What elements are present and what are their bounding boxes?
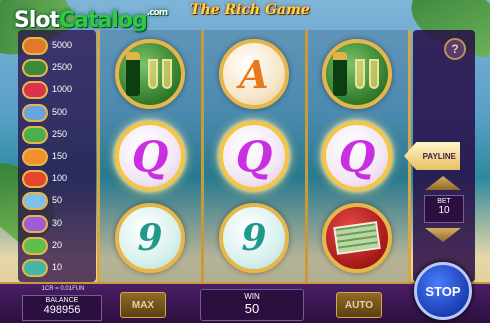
bet-label: BET bbox=[437, 198, 451, 205]
autoplay-button[interactable]: AUTO bbox=[336, 292, 382, 318]
paytable-value: 30 bbox=[52, 217, 63, 228]
paytable-row: 50 bbox=[18, 191, 96, 212]
diamond-icon bbox=[22, 103, 48, 122]
gem-icon bbox=[22, 125, 48, 144]
bet-value: 10 bbox=[438, 205, 450, 216]
reel-divider bbox=[305, 30, 308, 282]
nine-symbol: 9 bbox=[115, 203, 185, 273]
paytable-value: 5000 bbox=[52, 40, 73, 50]
paytable-row: 100 bbox=[18, 169, 96, 190]
reel-symbol bbox=[106, 38, 194, 110]
help-button[interactable]: ? bbox=[444, 38, 466, 60]
q-symbol: Q bbox=[322, 121, 392, 191]
nine-symbol: 9 bbox=[219, 203, 289, 273]
balance-label: BALANCE bbox=[45, 297, 79, 304]
paytable-row: 250 bbox=[18, 125, 96, 146]
paytable-value: 150 bbox=[52, 151, 68, 161]
cash-stack-icon bbox=[22, 37, 48, 55]
reel-symbol: Q bbox=[210, 120, 298, 192]
paytable-value: 1000 bbox=[52, 84, 73, 95]
queen-icon bbox=[22, 192, 48, 211]
heart-icon bbox=[22, 81, 48, 100]
reel-divider bbox=[201, 30, 204, 282]
reel-symbol: Q bbox=[313, 120, 401, 192]
game-title: The Rich Game bbox=[190, 2, 310, 18]
paytable-row: 500 bbox=[18, 103, 96, 124]
cash-stack-symbol-icon bbox=[322, 203, 392, 273]
ten-icon bbox=[22, 236, 48, 255]
nine-icon bbox=[22, 259, 48, 277]
paytable-value: 10 bbox=[52, 262, 63, 272]
king-icon bbox=[22, 170, 48, 189]
win-display: WIN 50 bbox=[200, 289, 304, 321]
paytable-row: 30 bbox=[18, 214, 96, 235]
reel-symbol: 9 bbox=[210, 202, 298, 274]
champagne-symbol-icon bbox=[322, 39, 392, 109]
paytable-row: 5000 bbox=[18, 36, 96, 57]
reel-symbol bbox=[313, 202, 401, 274]
ace-icon bbox=[22, 148, 48, 166]
game-stage: SlotCatalog.com The Rich Game 5000 2500 10… bbox=[0, 0, 490, 323]
paytable-value: 100 bbox=[52, 173, 68, 184]
champagne-symbol-icon bbox=[115, 39, 185, 109]
paytable-row: 2500 bbox=[18, 58, 96, 79]
paytable-value: 50 bbox=[52, 195, 63, 206]
paytable-value: 20 bbox=[52, 239, 63, 250]
win-value: 50 bbox=[244, 301, 260, 316]
max-bet-button[interactable]: MAX bbox=[120, 292, 166, 318]
balance-display: BALANCE 498956 bbox=[22, 295, 102, 321]
reels-area: Q9AQ9Q bbox=[97, 30, 411, 282]
q-symbol: Q bbox=[219, 121, 289, 191]
jack-icon bbox=[22, 214, 48, 233]
reel-symbol: A bbox=[210, 38, 298, 110]
q-symbol: Q bbox=[115, 121, 185, 191]
reel-symbol: 9 bbox=[106, 202, 194, 274]
paytable-row: 10 bbox=[18, 258, 96, 279]
paytable-value: 500 bbox=[52, 106, 68, 117]
paytable-value: 2500 bbox=[52, 62, 73, 73]
reel-symbol bbox=[313, 38, 401, 110]
paytable-row: 1000 bbox=[18, 80, 96, 101]
paytable-value: 250 bbox=[52, 128, 68, 139]
champagne-icon bbox=[22, 59, 48, 78]
reel-symbol: Q bbox=[106, 120, 194, 192]
win-label: WIN bbox=[244, 292, 260, 301]
stop-button[interactable]: STOP bbox=[414, 262, 472, 320]
bet-display: BET 10 bbox=[424, 195, 464, 223]
paytable-row: 150 bbox=[18, 147, 96, 168]
paytable: 5000 2500 1000 500 250 150 100 50 30 20 10 bbox=[18, 30, 96, 282]
credit-rate: 1CR = 0.01FUN bbox=[41, 286, 85, 292]
balance-value: 498956 bbox=[43, 304, 81, 316]
paytable-row: 20 bbox=[18, 236, 96, 257]
a-symbol: A bbox=[219, 39, 289, 109]
